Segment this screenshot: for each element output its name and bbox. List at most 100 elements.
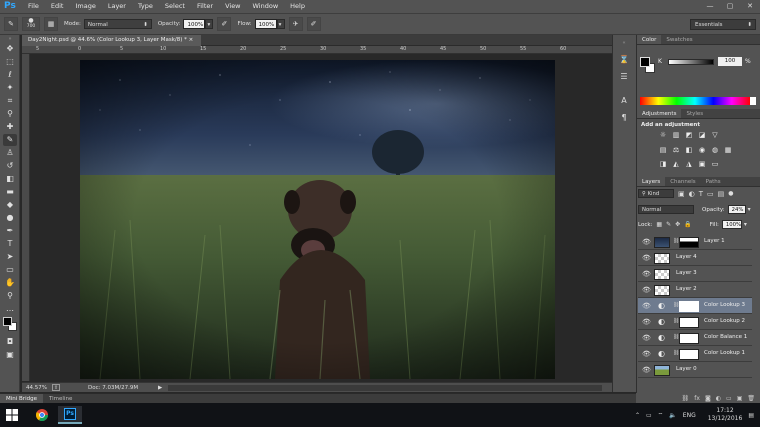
layer-mask-thumbnail[interactable]	[679, 301, 699, 312]
layer-mask-thumbnail[interactable]	[679, 349, 699, 360]
curves-icon[interactable]: ◩	[684, 131, 694, 140]
quick-select-tool-icon[interactable]: ✦	[3, 82, 17, 94]
zoom-tool-icon[interactable]: ⚲	[3, 290, 17, 302]
layer-name[interactable]: Layer 3	[676, 270, 697, 276]
flow-input[interactable]: 100%	[254, 19, 277, 29]
gradient-tool-icon[interactable]: ▬	[3, 186, 17, 198]
filter-pixel-icon[interactable]: ▣	[678, 190, 685, 198]
add-mask-icon[interactable]: ◙	[705, 395, 711, 402]
visibility-eye-icon[interactable]: 👁	[642, 318, 651, 326]
clock[interactable]: 17:12 13/12/2016	[702, 407, 743, 423]
blend-mode-dropdown[interactable]: Normal	[638, 205, 694, 214]
horizontal-scrollbar[interactable]	[168, 385, 602, 391]
properties-panel-icon[interactable]: ☰	[617, 71, 631, 83]
shape-tool-icon[interactable]: ▭	[3, 264, 17, 276]
eyedropper-tool-icon[interactable]: ⚲	[3, 108, 17, 120]
levels-icon[interactable]: ▥	[671, 131, 681, 140]
color-swatches[interactable]	[0, 317, 20, 335]
tray-chevron-up-icon[interactable]: ⌃	[635, 412, 640, 419]
tab-mini-bridge[interactable]: Mini Bridge	[0, 394, 43, 403]
tab-channels[interactable]: Channels	[665, 177, 700, 186]
battery-icon[interactable]: ▭	[646, 412, 652, 419]
visibility-eye-icon[interactable]: 👁	[642, 350, 651, 358]
channel-mixer-icon[interactable]: ◍	[710, 146, 720, 155]
blur-tool-icon[interactable]: ◆	[3, 199, 17, 211]
tab-paths[interactable]: Paths	[701, 177, 726, 186]
new-layer-icon[interactable]: ▣	[737, 395, 743, 402]
menu-file[interactable]: File	[22, 0, 45, 13]
menu-select[interactable]: Select	[159, 0, 191, 13]
hue-saturation-icon[interactable]: ▤	[658, 146, 668, 155]
chevron-down-icon[interactable]: ▾	[744, 221, 747, 228]
delete-layer-icon[interactable]: 🗑	[747, 395, 755, 402]
eraser-tool-icon[interactable]: ◧	[3, 173, 17, 185]
screen-mode-icon[interactable]: ▣	[3, 349, 17, 361]
ruler-horizontal[interactable]: 5 0 5 10 15 20 25 30 35 40 45 50 55 60	[22, 46, 612, 54]
vibrance-icon[interactable]: ▽	[710, 131, 720, 140]
layer-mask-thumbnail[interactable]	[679, 317, 699, 328]
layer-name[interactable]: Layer 4	[676, 254, 697, 260]
gradient-map-icon[interactable]: ▭	[710, 160, 720, 169]
windows-start-icon[interactable]	[6, 409, 18, 421]
chrome-icon[interactable]	[30, 406, 54, 424]
lock-transparent-icon[interactable]: ▦	[656, 221, 662, 228]
k-value-input[interactable]: 100	[718, 57, 742, 66]
brush-preset-icon[interactable]: ✎	[4, 17, 18, 31]
menu-layer[interactable]: Layer	[102, 0, 132, 13]
new-group-icon[interactable]: ▭	[726, 395, 732, 402]
layer-row[interactable]: 👁 ◐ ⛓ Color Balance 1	[638, 330, 752, 346]
filter-adjustment-icon[interactable]: ◐	[689, 190, 695, 198]
tab-timeline[interactable]: Timeline	[43, 394, 78, 403]
layer-opacity-input[interactable]: 24%	[727, 205, 746, 214]
pressure-size-icon[interactable]: ✐	[306, 17, 321, 31]
invert-icon[interactable]: ◨	[658, 160, 668, 169]
layer-name[interactable]: Color Lookup 1	[704, 350, 745, 356]
history-brush-tool-icon[interactable]: ↺	[3, 160, 17, 172]
link-layers-icon[interactable]: ⛓	[682, 395, 690, 402]
menu-filter[interactable]: Filter	[191, 0, 219, 13]
volume-icon[interactable]: 🔈	[669, 412, 676, 419]
menu-window[interactable]: Window	[247, 0, 285, 13]
layer-name[interactable]: Color Balance 1	[704, 334, 747, 340]
move-tool-icon[interactable]: ✥	[3, 43, 17, 55]
brush-size-picker[interactable]: ● 700	[22, 17, 40, 31]
layer-name[interactable]: Color Lookup 3	[704, 302, 745, 308]
history-panel-icon[interactable]: ⌛	[617, 54, 631, 66]
pen-tool-icon[interactable]: ✒	[3, 225, 17, 237]
mode-dropdown[interactable]: Normal ⬍	[83, 19, 152, 29]
menu-image[interactable]: Image	[69, 0, 101, 13]
lock-position-icon[interactable]: ✥	[675, 221, 680, 228]
tab-color[interactable]: Color	[637, 35, 662, 44]
opacity-input[interactable]: 100%	[183, 19, 206, 29]
menu-edit[interactable]: Edit	[45, 0, 70, 13]
layer-row-selected[interactable]: 👁 ◐ ⛓ Color Lookup 3	[638, 298, 752, 314]
chevron-down-icon[interactable]: ▾	[748, 206, 751, 213]
layer-row[interactable]: 👁 Layer 4	[638, 250, 752, 266]
character-panel-icon[interactable]: A	[617, 95, 631, 107]
tab-layers[interactable]: Layers	[637, 177, 666, 186]
menu-help[interactable]: Help	[284, 0, 311, 13]
document-image[interactable]	[80, 60, 555, 379]
layer-name[interactable]: Layer 2	[676, 286, 697, 292]
minimize-button[interactable]: —	[700, 0, 720, 13]
layer-row[interactable]: 👁 Layer 0	[638, 362, 752, 378]
crop-tool-icon[interactable]: ⌗	[3, 95, 17, 107]
airbrush-icon[interactable]: ✈	[288, 17, 303, 31]
marquee-tool-icon[interactable]: ⬚	[3, 56, 17, 68]
layer-row[interactable]: 👁 ⛓ Layer 1	[638, 234, 752, 250]
document-tab[interactable]: Day2Night.psd @ 44.6% (Color Lookup 3, L…	[22, 35, 202, 46]
share-icon[interactable]: ⇪	[52, 384, 60, 391]
wifi-icon[interactable]: ⌔	[658, 411, 664, 419]
visibility-eye-icon[interactable]: 👁	[642, 366, 651, 374]
exposure-icon[interactable]: ◪	[697, 131, 707, 140]
new-adjustment-icon[interactable]: ◐	[716, 395, 721, 402]
selective-color-icon[interactable]: ▣	[697, 160, 707, 169]
visibility-eye-icon[interactable]: 👁	[642, 334, 651, 342]
tab-styles[interactable]: Styles	[681, 109, 708, 118]
brightness-contrast-icon[interactable]: ☼	[658, 131, 668, 140]
white-swatch[interactable]	[750, 97, 756, 105]
brush-tool-icon[interactable]: ✎	[3, 134, 17, 146]
close-tab-icon[interactable]: ×	[189, 37, 194, 43]
tab-adjustments[interactable]: Adjustments	[637, 109, 682, 118]
visibility-eye-icon[interactable]: 👁	[642, 286, 651, 294]
